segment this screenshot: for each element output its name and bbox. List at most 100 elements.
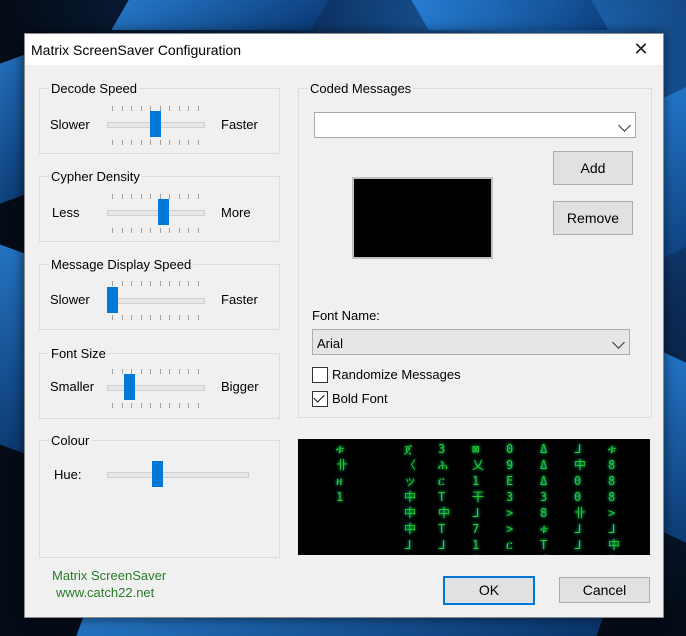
hue-track: [107, 472, 249, 478]
desktop-tile: [411, 0, 609, 30]
tick-mark: [169, 194, 171, 199]
decode-speed-max-label: Faster: [221, 117, 258, 132]
tick-mark: [198, 281, 199, 286]
tick-mark: [131, 106, 133, 111]
tick-mark: [188, 194, 190, 199]
coded-messages-title: Coded Messages: [308, 81, 414, 96]
credit-title: Matrix ScreenSaver: [52, 568, 167, 583]
tick-mark: [112, 194, 113, 199]
tick-mark: [140, 140, 142, 145]
desktop-tile: [111, 0, 329, 30]
close-button[interactable]: ✕: [619, 34, 663, 65]
tick-mark: [121, 281, 123, 286]
font-name-dropdown[interactable]: Arial: [312, 329, 630, 355]
tick-mark: [112, 403, 113, 408]
tick-mark: [131, 403, 133, 408]
ok-button[interactable]: OK: [443, 576, 535, 605]
tick-mark: [178, 194, 180, 199]
tick-mark: [131, 228, 133, 233]
message-display-speed-title: Message Display Speed: [49, 257, 194, 272]
tick-mark: [140, 194, 142, 199]
tick-mark: [188, 403, 190, 408]
title-bar: Matrix ScreenSaver Configuration ✕: [25, 34, 663, 65]
tick-mark: [178, 403, 180, 408]
message-display-speed-slider[interactable]: [107, 287, 118, 313]
randomize-messages-checkbox[interactable]: [312, 367, 328, 383]
tick-mark: [159, 369, 161, 374]
tick-mark: [140, 281, 142, 286]
tick-mark: [178, 281, 180, 286]
font-size-group: Font Size Smaller Bigger: [39, 346, 280, 419]
matrix-preview: ቱ 卝 ዘ 1 ጀ 〈 ッ 中 中 中 ᒧ ᒧ 3 ሕ ር T 中 T ᒧ ፍ ⊠ 乂…: [298, 439, 650, 555]
bold-font-label: Bold Font: [332, 391, 388, 406]
tick-mark: [150, 315, 152, 320]
tick-mark: [112, 106, 113, 111]
matrix-column: ቱ 8 8 8 > ᒧ 中 7: [608, 442, 621, 555]
tick-mark: [121, 315, 123, 320]
hue-slider[interactable]: [152, 461, 164, 487]
tick-mark: [169, 228, 171, 233]
tick-mark: [140, 403, 142, 408]
tick-mark: [150, 228, 152, 233]
tick-mark: [178, 369, 180, 374]
cypher-density-title: Cypher Density: [49, 169, 142, 184]
matrix-column: 3 ሕ ር T 中 T ᒧ ፍ: [438, 442, 451, 555]
tick-mark: [150, 281, 152, 286]
tick-mark: [188, 140, 190, 145]
cancel-button[interactable]: Cancel: [559, 577, 650, 603]
tick-mark: [188, 281, 190, 286]
tick-mark: [169, 140, 171, 145]
tick-mark: [159, 315, 161, 320]
hue-label: Hue:: [54, 467, 82, 482]
tick-mark: [112, 140, 113, 145]
font-name-label: Font Name:: [312, 308, 380, 323]
checkmark-icon: [313, 391, 325, 403]
tick-mark: [178, 315, 180, 320]
tick-mark: [131, 281, 133, 286]
font-size-max-label: Bigger: [221, 379, 259, 394]
tick-mark: [140, 228, 142, 233]
message-display-speed-track: [107, 298, 205, 304]
tick-mark: [131, 194, 133, 199]
tick-mark: [198, 403, 199, 408]
font-size-slider[interactable]: [124, 374, 135, 400]
tick-marks: [112, 403, 199, 408]
matrix-column: ቱ 卝 ዘ 1: [336, 442, 349, 504]
tick-mark: [121, 140, 123, 145]
font-size-track: [107, 385, 205, 391]
tick-mark: [198, 369, 199, 374]
tick-mark: [198, 228, 199, 233]
tick-mark: [169, 315, 171, 320]
decode-speed-slider[interactable]: [149, 111, 161, 137]
tick-marks: [112, 194, 199, 199]
tick-mark: [169, 281, 171, 286]
credit-url: www.catch22.net: [56, 585, 155, 600]
message-display-speed-min-label: Slower: [50, 292, 90, 307]
tick-mark: [140, 369, 142, 374]
tick-mark: [188, 369, 190, 374]
tick-mark: [198, 106, 199, 111]
tick-mark: [121, 228, 123, 233]
tick-mark: [131, 140, 133, 145]
bold-font-checkbox[interactable]: [312, 391, 328, 407]
tick-mark: [198, 194, 199, 199]
config-dialog: Matrix ScreenSaver Configuration ✕ Decod…: [24, 33, 664, 618]
tick-mark: [150, 369, 152, 374]
tick-mark: [140, 315, 142, 320]
tick-mark: [188, 315, 190, 320]
coded-messages-group: Coded Messages Add Remove Font Name: Ari…: [298, 81, 652, 418]
message-display-speed-max-label: Faster: [221, 292, 258, 307]
add-button[interactable]: Add: [553, 151, 633, 185]
message-preview: [352, 177, 493, 259]
tick-marks: [112, 281, 199, 286]
tick-mark: [112, 369, 113, 374]
tick-mark: [121, 369, 123, 374]
remove-button[interactable]: Remove: [553, 201, 633, 235]
cypher-density-group: Cypher Density Less More: [39, 169, 280, 242]
coded-messages-dropdown[interactable]: [314, 112, 636, 138]
tick-mark: [159, 228, 161, 233]
cypher-density-slider[interactable]: [158, 199, 169, 225]
tick-mark: [188, 106, 190, 111]
matrix-column: 0 9 E 3 > > ር ᒧ: [506, 442, 514, 555]
tick-mark: [159, 140, 161, 145]
